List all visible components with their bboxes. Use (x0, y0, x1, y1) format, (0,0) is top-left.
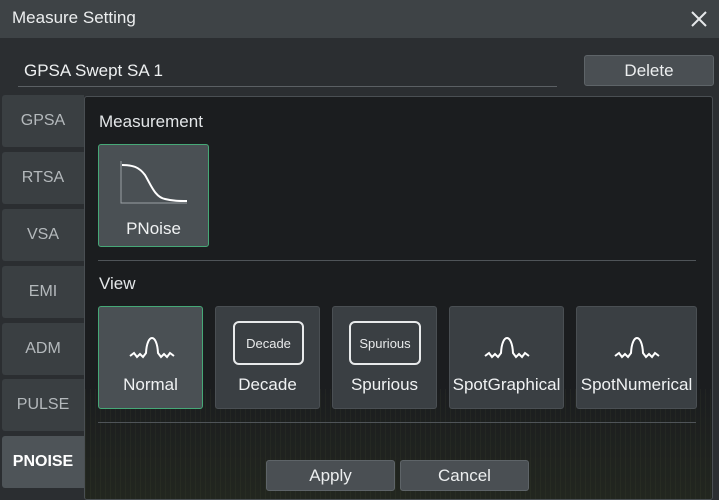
measurement-heading: Measurement (99, 112, 203, 131)
measurement-name-input[interactable] (18, 55, 557, 87)
tab-gpsa[interactable]: GPSA (2, 95, 84, 147)
dialog-title: Measure Setting (12, 8, 136, 27)
view-card-label: SpotNumerical (580, 375, 693, 394)
view-card-normal[interactable]: Normal (98, 306, 203, 409)
tab-pnoise[interactable]: PNOISE (2, 436, 84, 488)
measurement-card-pnoise[interactable]: PNoise (98, 144, 209, 247)
view-card-spurious[interactable]: Spurious Spurious (332, 306, 437, 409)
spectrum-peak-icon (614, 337, 660, 359)
tab-adm[interactable]: ADM (2, 323, 84, 375)
close-icon[interactable] (689, 9, 709, 29)
tab-rtsa[interactable]: RTSA (2, 152, 84, 204)
delete-button[interactable]: Delete (584, 55, 714, 86)
tab-emi[interactable]: EMI (2, 266, 84, 318)
view-card-label: Spurious (350, 375, 419, 394)
view-card-label: Normal (123, 375, 178, 394)
title-bar: Measure Setting (0, 0, 719, 38)
measurement-card-label: PNoise (126, 219, 181, 238)
cancel-button[interactable]: Cancel (400, 460, 529, 491)
view-card-spotnumerical[interactable]: SpotNumerical (576, 306, 697, 409)
section-divider (98, 260, 696, 261)
phase-noise-curve-icon (120, 161, 188, 204)
view-card-label: Decade (238, 375, 297, 394)
view-card-label: SpotGraphical (452, 375, 561, 394)
footer-divider (98, 422, 696, 423)
view-card-spotgraphical[interactable]: SpotGraphical (449, 306, 564, 409)
apply-button[interactable]: Apply (266, 460, 395, 491)
spectrum-peak-icon (484, 337, 530, 359)
measure-setting-dialog: Measure Setting Delete GPSA RTSA VSA EMI… (0, 0, 719, 500)
view-card-decade[interactable]: Decade Decade (215, 306, 320, 409)
decade-icon: Decade (233, 321, 304, 365)
spurious-icon: Spurious (349, 321, 421, 365)
view-heading: View (99, 274, 136, 293)
tab-vsa[interactable]: VSA (2, 209, 84, 261)
tab-pulse[interactable]: PULSE (2, 379, 84, 431)
spectrum-peak-icon (129, 337, 175, 359)
